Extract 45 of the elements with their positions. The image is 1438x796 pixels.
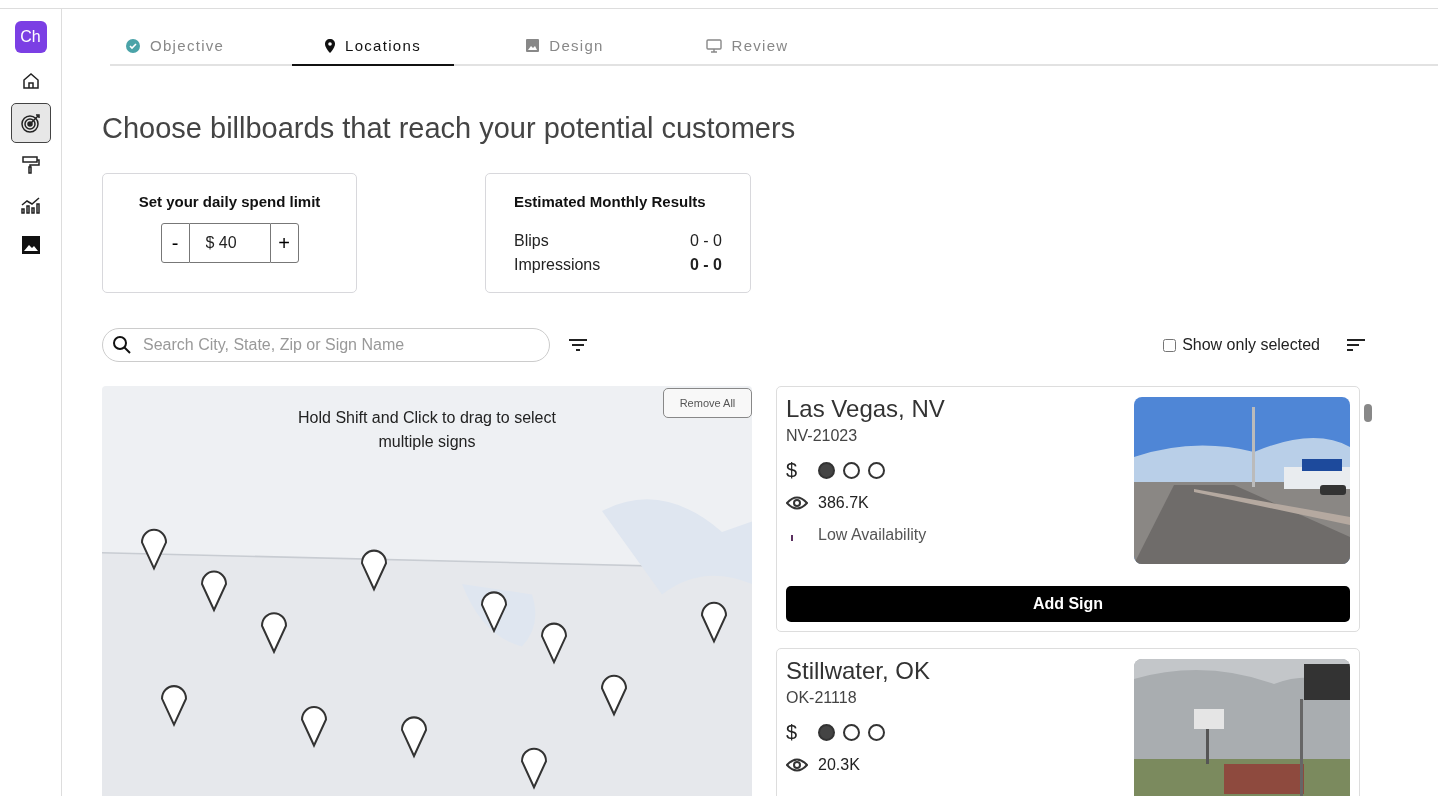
card-title: Estimated Monthly Results (514, 193, 707, 210)
result-value: 0 - 0 (690, 231, 722, 251)
decrease-button[interactable]: - (160, 223, 190, 263)
add-sign-button[interactable]: Add Sign (786, 586, 1350, 622)
checkbox-label: Show only selected (1182, 336, 1320, 354)
chart-icon (19, 195, 42, 215)
page-heading: Choose billboards that reach your potential customers (102, 112, 797, 145)
sort-icon[interactable] (1346, 338, 1366, 352)
checkbox[interactable] (1163, 338, 1177, 352)
listing-code: OK-21118 (786, 689, 858, 707)
amount-field[interactable]: $ 40 (189, 223, 270, 263)
result-label: Blips (514, 231, 549, 251)
step-tab[interactable]: Locations (292, 27, 454, 66)
home-icon (20, 71, 41, 91)
listing-city: Stillwater, OK (786, 657, 931, 685)
result-value: 0 - 0 (690, 255, 722, 275)
image-icon (526, 39, 540, 52)
target-icon (19, 112, 42, 134)
currency-symbol: $ (786, 721, 799, 744)
check-circle-icon (126, 38, 140, 53)
currency-symbol: $ (786, 459, 799, 482)
pin-icon (325, 38, 336, 53)
card-title: Set your daily spend limit (138, 193, 321, 210)
search-field[interactable]: Search City, State, Zip or Sign Name (102, 328, 550, 362)
step-tab[interactable]: Design (474, 27, 656, 66)
step-tab[interactable]: Review (656, 27, 838, 66)
monitor-icon (705, 38, 722, 53)
step-tab[interactable]: Objective (110, 27, 244, 66)
paint-roller-icon (20, 155, 41, 175)
app-logo[interactable]: Ch (14, 21, 47, 53)
search-icon (112, 335, 132, 355)
sidebar-item[interactable] (10, 103, 51, 143)
filter-icon[interactable] (568, 338, 588, 352)
eye-icon (786, 758, 808, 772)
image-icon (20, 235, 41, 255)
result-label: Impressions (514, 255, 601, 275)
map-hint: Hold Shift and Click to drag to select multiple signs (297, 408, 557, 452)
eye-icon (786, 496, 808, 510)
view-count: 20.3K (818, 756, 860, 774)
view-count: 386.7K (818, 494, 869, 512)
listing-city: Las Vegas, NV (786, 395, 945, 423)
availability-text: Low Availability (818, 526, 927, 544)
increase-button[interactable]: + (269, 223, 299, 263)
remove-all-button[interactable]: Remove All (663, 388, 752, 418)
listing-code: NV-21023 (786, 427, 859, 445)
